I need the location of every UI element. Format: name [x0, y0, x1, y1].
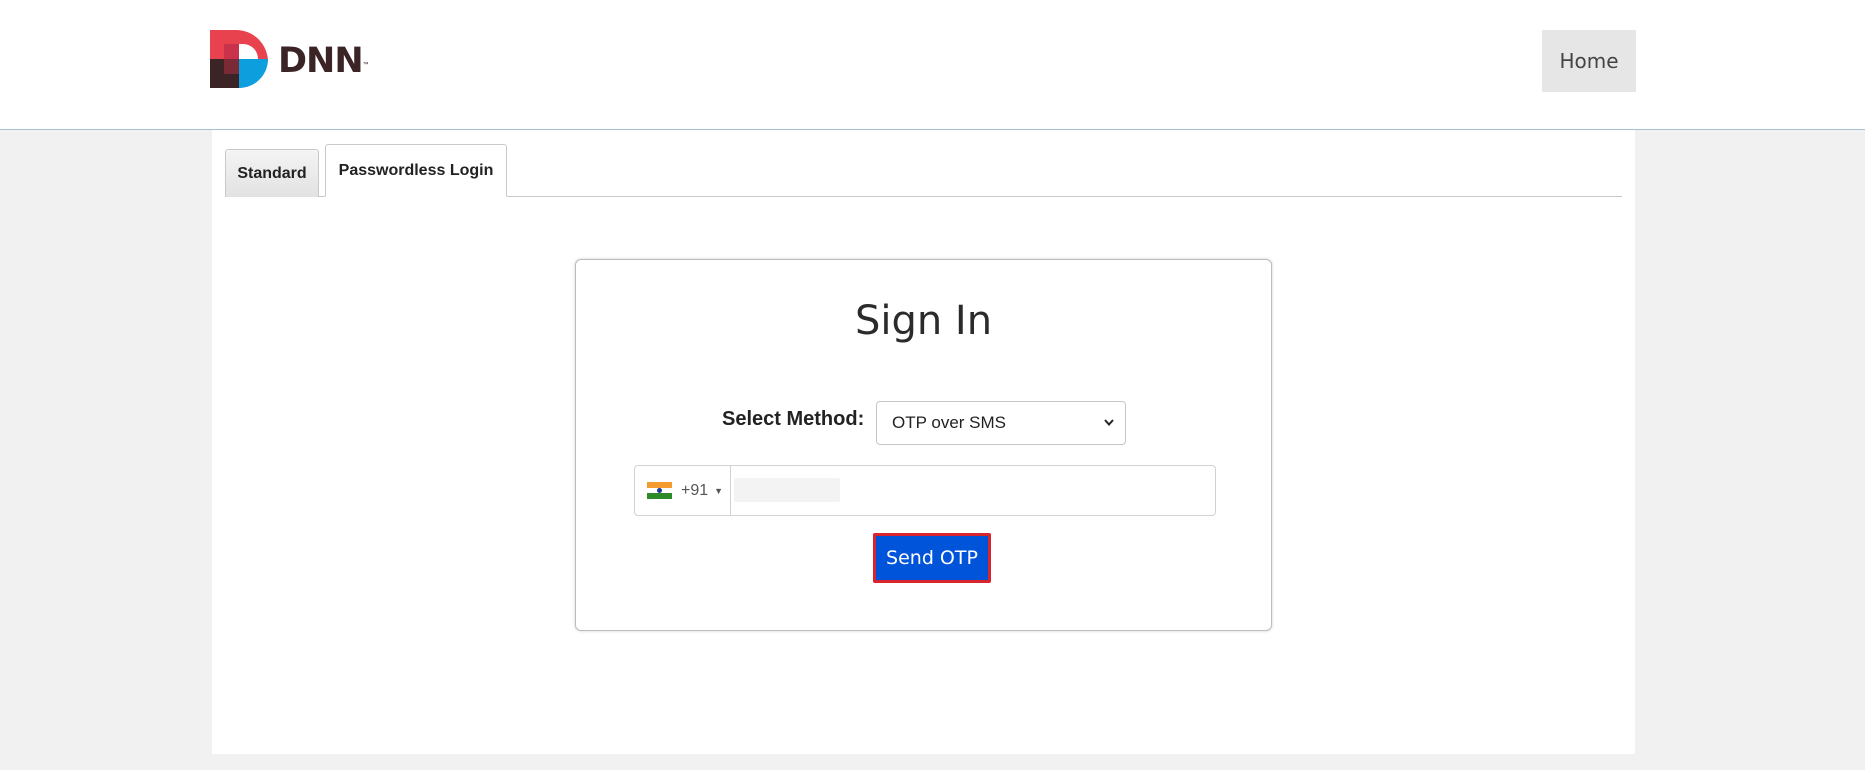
dnn-logo-mark-icon	[210, 30, 268, 88]
country-code-dropdown[interactable]: +91 ▼	[635, 466, 731, 515]
dnn-logo[interactable]: DNN ™	[210, 30, 369, 88]
select-method-label: Select Method:	[722, 408, 865, 430]
send-otp-button[interactable]: Send OTP	[873, 533, 991, 583]
logo-wordmark: DNN	[278, 41, 364, 81]
tab-standard[interactable]: Standard	[225, 149, 319, 197]
sign-in-title: Sign In	[854, 298, 993, 344]
phone-number-input[interactable]	[734, 478, 840, 502]
home-nav-button[interactable]: Home	[1542, 30, 1636, 92]
main-content: Standard Passwordless Login Sign In Sele…	[212, 130, 1635, 754]
india-flag-icon	[647, 482, 672, 500]
site-header: DNN ™ Home	[0, 0, 1865, 130]
method-select-value: OTP over SMS	[892, 413, 1006, 432]
chevron-down-icon	[1104, 419, 1114, 427]
logo-trademark: ™	[362, 62, 369, 68]
tab-passwordless-login[interactable]: Passwordless Login	[325, 144, 507, 197]
sign-in-card: Sign In Select Method: OTP over SMS +91 …	[575, 259, 1272, 631]
country-dial-code: +91	[681, 481, 709, 499]
phone-number-field: +91 ▼	[634, 465, 1216, 516]
method-select[interactable]: OTP over SMS	[876, 401, 1126, 445]
login-tabs: Standard Passwordless Login	[225, 144, 1622, 197]
caret-down-icon: ▼	[714, 485, 724, 496]
